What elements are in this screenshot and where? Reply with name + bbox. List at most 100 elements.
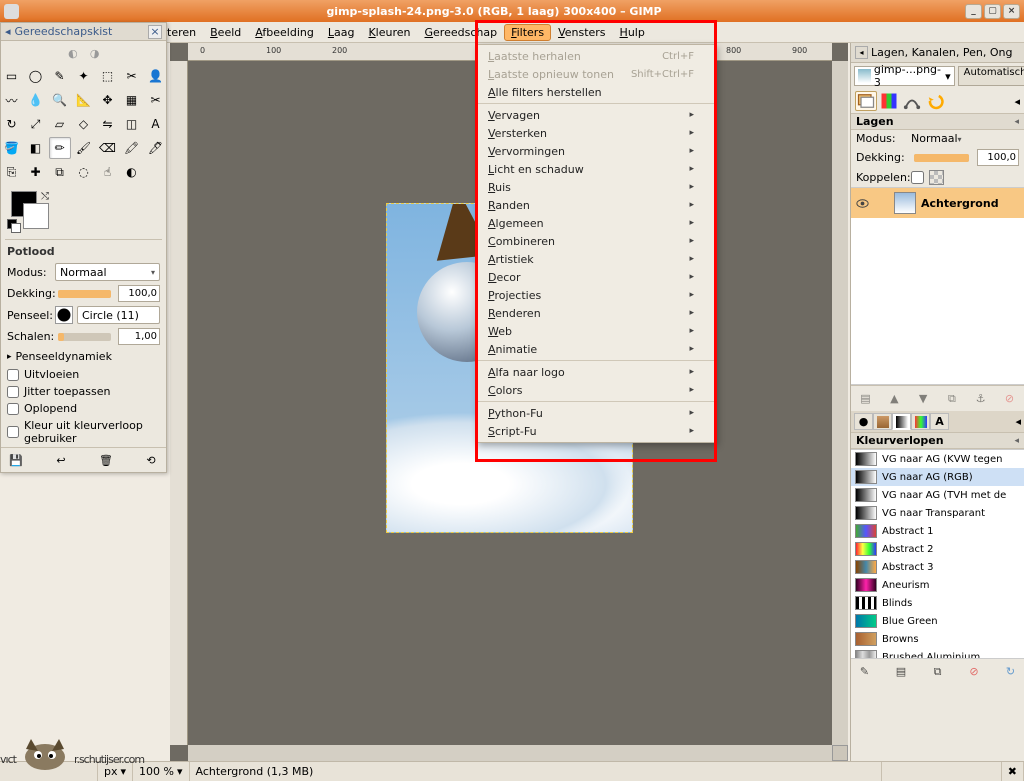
lock-alpha-check[interactable] [911,171,924,184]
tool-zoom[interactable]: 🔍 [49,89,71,111]
tool-cage[interactable]: ◫ [121,113,143,135]
gradient-item[interactable]: Browns [851,630,1024,648]
raise-layer-icon[interactable]: ▲ [885,389,904,408]
delete-options-icon[interactable]: 🗑 [97,451,115,469]
dock-menu-icon[interactable]: ◂ [5,25,11,38]
tool-crop[interactable]: ✂ [145,89,167,111]
toolbox-close-icon[interactable]: × [148,25,162,39]
tool-ellipse-select[interactable]: ◯ [25,65,47,87]
lower-layer-icon[interactable]: ▼ [914,389,933,408]
reset-options-icon[interactable]: ⟲ [142,451,160,469]
gradient-item[interactable]: Abstract 3 [851,558,1024,576]
menu-item-versterken[interactable]: Versterken▸ [476,124,714,142]
ruler-vertical[interactable] [170,61,188,745]
menu-laag[interactable]: Laag [321,24,362,41]
menu-item-animatie[interactable]: Animatie▸ [476,340,714,358]
close-button[interactable]: × [1003,4,1020,19]
duplicate-layer-icon[interactable]: ⧉ [942,389,961,408]
gradient-item[interactable]: Abstract 1 [851,522,1024,540]
jitter-check[interactable] [7,386,19,398]
menu-item-combineren[interactable]: Combineren▸ [476,232,714,250]
menu-afbeelding[interactable]: Afbeelding [248,24,321,41]
gradient-item[interactable]: Abstract 2 [851,540,1024,558]
delete-layer-icon[interactable]: ⊘ [1000,389,1019,408]
refresh-gradients-icon[interactable]: ↻ [1001,662,1020,681]
tool-clone[interactable]: ⎘ [1,161,23,183]
brush-preview-icon[interactable] [55,306,73,324]
new-gradient-icon[interactable]: ▤ [892,662,911,681]
opacity-spin[interactable] [118,285,160,302]
tool-fuzzy-select[interactable]: ✦ [73,65,95,87]
tool-move[interactable]: ✥ [97,89,119,111]
anchor-layer-icon[interactable]: ⚓ [971,389,990,408]
tool-color-picker[interactable]: 💧 [25,89,47,111]
menu-item-script-fu[interactable]: Script-Fu▸ [476,422,714,440]
tool-scissors[interactable]: ✂ [121,65,143,87]
layer-row[interactable]: Achtergrond [851,188,1024,218]
menu-beeld[interactable]: Beeld [203,24,248,41]
gradient-item[interactable]: VG naar AG (TVH met de [851,486,1024,504]
scale-spin[interactable] [118,328,160,345]
opacity-slider[interactable] [58,290,111,298]
tool-pencil[interactable]: ✏ [49,137,71,159]
vertical-scrollbar[interactable] [832,61,848,745]
brush-dynamics-expander[interactable]: Penseeldynamiek [1,347,166,366]
menu-item-licht-en-schaduw[interactable]: Licht en schaduw▸ [476,160,714,178]
tool-eraser[interactable]: ⌫ [97,137,119,159]
tool-paths[interactable]: 〰 [1,89,23,111]
gradient-item[interactable]: Aneurism [851,576,1024,594]
gradient-item[interactable]: VG naar Transparant [851,504,1024,522]
delete-gradient-icon[interactable]: ⊘ [965,662,984,681]
tool-shear[interactable]: ▱ [49,113,71,135]
tool-scale[interactable]: ⤢ [25,113,47,135]
tab-channels[interactable] [878,91,900,111]
tool-by-color-select[interactable]: ⬚ [97,65,119,87]
menu-kleuren[interactable]: Kleuren [361,24,417,41]
menu-hulp[interactable]: Hulp [613,24,652,41]
horizontal-scrollbar[interactable] [188,745,832,761]
minimize-button[interactable]: _ [965,4,982,19]
image-selector[interactable]: gimp-...png-3 ▾ [854,66,955,86]
auto-button[interactable]: Automatisch [958,66,1024,86]
layers-list[interactable]: Achtergrond [851,187,1024,385]
zoom-combo[interactable]: 100 % ▾ [133,762,189,781]
incremental-check[interactable] [7,403,19,415]
restore-options-icon[interactable]: ↩ [52,451,70,469]
menu-item-alle-filters-herstellen[interactable]: Alle filters herstellen [476,83,714,101]
menu-vensters[interactable]: Vensters [551,24,612,41]
tool-heal[interactable]: ✚ [25,161,47,183]
menu-item-projecties[interactable]: Projecties▸ [476,286,714,304]
menu-filters[interactable]: Filters [504,24,551,41]
tab-layers[interactable] [855,91,877,111]
tool-perspective-clone[interactable]: ⧉ [49,161,71,183]
tool-measure[interactable]: 📐 [73,89,95,111]
menu-item-vervormingen[interactable]: Vervormingen▸ [476,142,714,160]
layer-opacity-slider[interactable] [914,154,969,162]
tool-dodge[interactable]: ◐ [121,161,143,183]
tab-menu-icon[interactable]: ◂ [1015,415,1021,428]
tool-bucket[interactable]: 🪣 [1,137,23,159]
menu-item-decor[interactable]: Decor▸ [476,268,714,286]
new-layer-icon[interactable]: ▤ [856,389,875,408]
tab-paths[interactable] [901,91,923,111]
menu-gereedschap[interactable]: Gereedschap [418,24,505,41]
tool-paintbrush[interactable]: 🖌 [73,137,95,159]
tool-blur[interactable]: ◌ [73,161,95,183]
menu-item-colors[interactable]: Colors▸ [476,381,714,399]
navigation-button[interactable] [832,745,848,761]
gradient-item[interactable]: VG naar AG (RGB) [851,468,1024,486]
scale-slider[interactable] [58,333,111,341]
tool-free-select[interactable]: ✎ [49,65,71,87]
paint-mode-combo[interactable]: Normaal▾ [55,263,160,281]
tool-foreground-select[interactable]: 👤 [145,65,167,87]
tab-patterns[interactable] [873,413,892,430]
tool-airbrush[interactable]: 🖍 [121,137,143,159]
tab-undo[interactable] [924,91,946,111]
layer-mode-combo[interactable]: Normaal▾ [911,132,962,145]
menu-item-web[interactable]: Web▸ [476,322,714,340]
section-menu-icon[interactable]: ◂ [1014,436,1019,446]
tab-palettes[interactable] [911,413,930,430]
menu-item-python-fu[interactable]: Python-Fu▸ [476,404,714,422]
tab-brushes[interactable]: ● [854,413,873,430]
maximize-button[interactable]: ▢ [984,4,1001,19]
